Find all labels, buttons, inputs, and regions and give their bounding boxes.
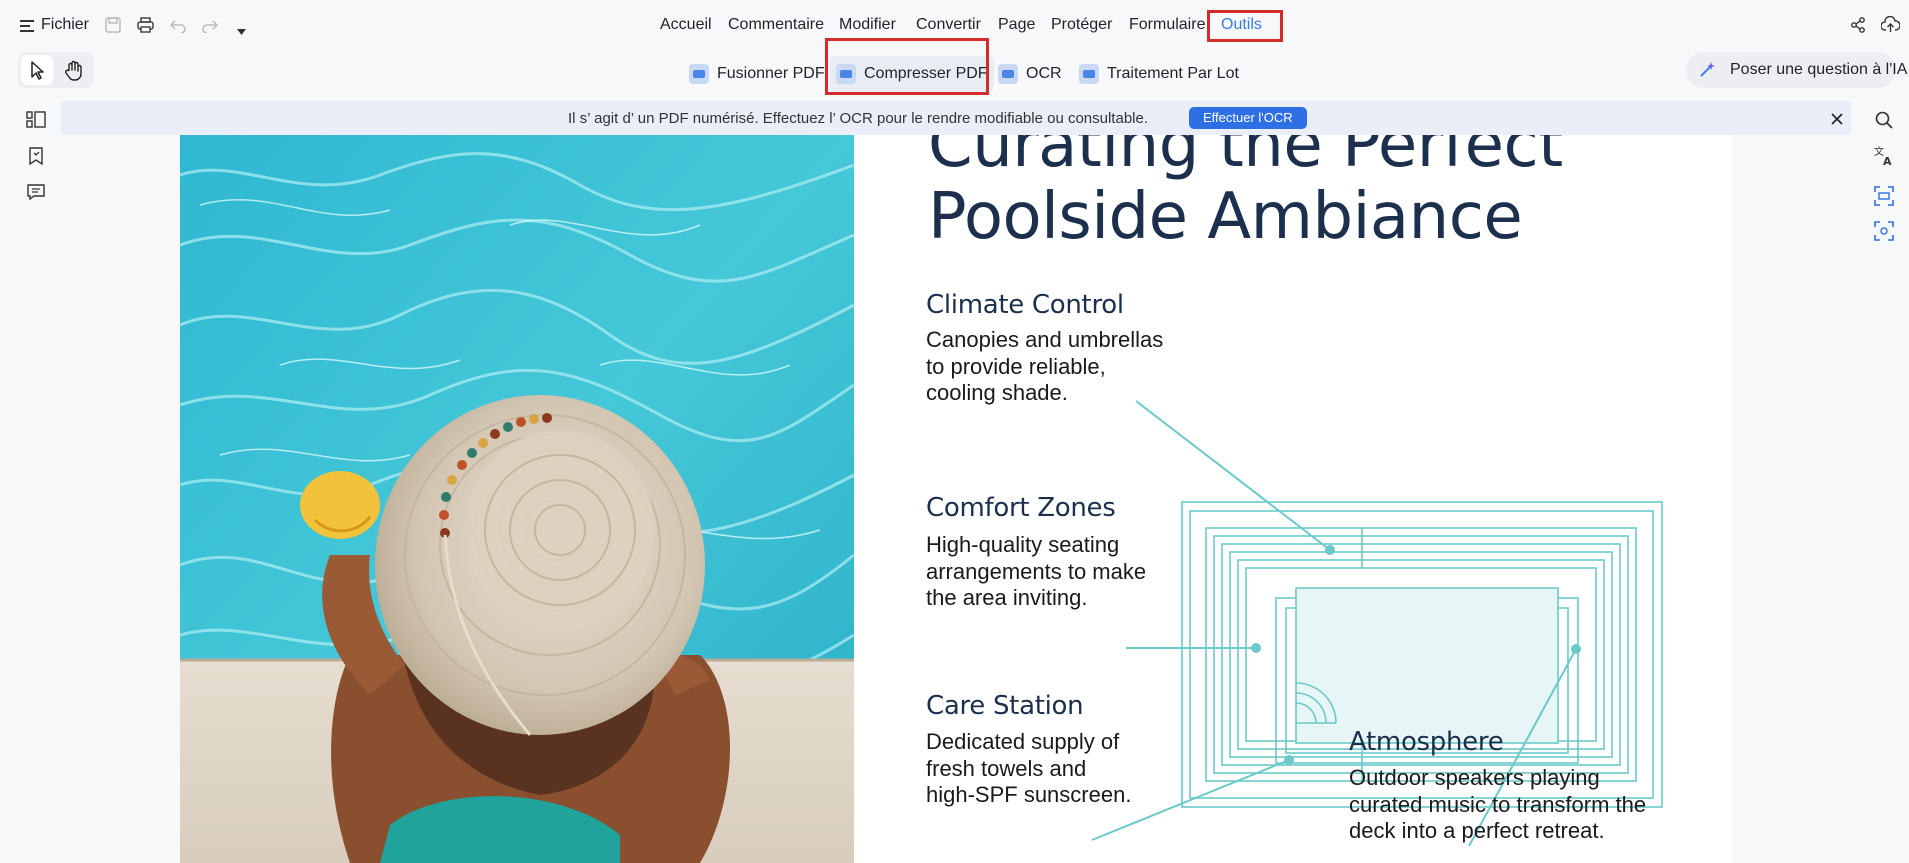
hand-tool-button[interactable] bbox=[58, 55, 90, 85]
cloud-upload-icon[interactable] bbox=[1880, 15, 1901, 38]
thumbnails-panel-icon[interactable] bbox=[25, 109, 47, 131]
pdf-page: Curating the Perfect Poolside Ambiance C… bbox=[180, 135, 1732, 863]
section-heading-atmosphere: Atmosphere bbox=[1349, 727, 1504, 757]
tab-accueil[interactable]: Accueil bbox=[660, 16, 712, 34]
highlight-outils bbox=[1207, 10, 1283, 42]
ask-ai-label: Poser une question à l'IA bbox=[1730, 61, 1908, 78]
redo-icon[interactable] bbox=[202, 17, 219, 38]
run-ocr-button[interactable]: Effectuer l'OCR bbox=[1189, 107, 1307, 129]
tab-page[interactable]: Page bbox=[998, 16, 1035, 34]
translate-icon[interactable]: 文A bbox=[1873, 145, 1895, 168]
file-menu[interactable]: Fichier bbox=[41, 16, 89, 34]
section-body-atmosphere: Outdoor speakers playing curated music t… bbox=[1349, 765, 1647, 843]
section-heading-climate-control: Climate Control bbox=[926, 290, 1124, 320]
ocr-icon bbox=[998, 64, 1018, 84]
cursor-icon bbox=[31, 61, 44, 80]
section-heading-care-station: Care Station bbox=[926, 691, 1084, 721]
pool-photo bbox=[180, 135, 854, 863]
tab-proteger[interactable]: Protéger bbox=[1051, 16, 1112, 34]
close-icon[interactable] bbox=[1831, 112, 1843, 130]
hand-icon bbox=[65, 60, 82, 81]
select-tool-button[interactable] bbox=[21, 55, 53, 85]
merge-pdf-icon bbox=[689, 64, 709, 84]
document-title: Curating the Perfect Poolside Ambiance bbox=[928, 135, 1563, 253]
comments-panel-icon[interactable] bbox=[25, 181, 47, 203]
tab-convertir[interactable]: Convertir bbox=[916, 16, 981, 34]
tab-formulaire[interactable]: Formulaire bbox=[1129, 16, 1205, 34]
scan-ocr-icon[interactable] bbox=[1873, 185, 1895, 207]
section-body-climate-control: Canopies and umbrellas to provide reliab… bbox=[926, 327, 1164, 405]
fusionner-pdf-button[interactable]: Fusionner PDF bbox=[683, 56, 831, 92]
toolbar: Fusionner PDF Compresser PDF OCR Traitem… bbox=[0, 38, 1909, 100]
ocr-button[interactable]: OCR bbox=[992, 56, 1068, 92]
undo-icon[interactable] bbox=[169, 17, 186, 38]
ocr-notice-text: Il s’ agit d’ un PDF numérisé. Effectuez… bbox=[568, 110, 1149, 127]
highlight-compresser-pdf bbox=[825, 38, 989, 95]
document-title-line-2: Poolside Ambiance bbox=[928, 180, 1523, 254]
tab-modifier[interactable]: Modifier bbox=[839, 16, 896, 34]
svg-text:A: A bbox=[1883, 155, 1892, 167]
traitement-par-lot-button[interactable]: Traitement Par Lot bbox=[1073, 56, 1245, 92]
section-heading-comfort-zones: Comfort Zones bbox=[926, 493, 1116, 523]
tool-mode-group bbox=[18, 52, 94, 88]
section-body-comfort-zones: High-quality seating arrangements to mak… bbox=[926, 532, 1147, 610]
save-icon[interactable] bbox=[105, 17, 121, 38]
hamburger-icon[interactable] bbox=[20, 19, 34, 32]
quick-access-dropdown-icon[interactable] bbox=[237, 22, 246, 40]
tab-commentaire[interactable]: Commentaire bbox=[728, 16, 824, 34]
share-icon[interactable] bbox=[1850, 17, 1866, 38]
fusionner-pdf-label: Fusionner PDF bbox=[717, 65, 825, 82]
document-title-line-1: Curating the Perfect bbox=[928, 135, 1563, 182]
section-body-care-station: Dedicated supply of fresh towels and hig… bbox=[926, 729, 1132, 807]
bookmark-panel-icon[interactable] bbox=[25, 145, 47, 167]
screen-capture-icon[interactable] bbox=[1873, 220, 1895, 242]
batch-process-icon bbox=[1079, 64, 1099, 84]
ask-ai-button[interactable]: Poser une question à l'IA bbox=[1686, 52, 1907, 88]
print-icon[interactable] bbox=[137, 17, 154, 38]
search-icon[interactable] bbox=[1873, 109, 1895, 131]
ai-sparkle-icon bbox=[1698, 61, 1716, 79]
ocr-notice-banner: Il s’ agit d’ un PDF numérisé. Effectuez… bbox=[61, 101, 1851, 135]
ocr-label: OCR bbox=[1026, 65, 1062, 82]
traitement-par-lot-label: Traitement Par Lot bbox=[1107, 65, 1239, 82]
